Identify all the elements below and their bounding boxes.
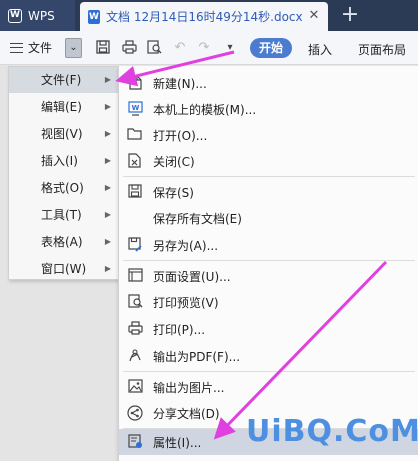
submenu-item-export-pdf[interactable]: 输出为PDF(F)... — [119, 343, 418, 369]
tab-start[interactable]: 开始 — [250, 38, 292, 58]
submenu-item-open[interactable]: 打开(O)... — [119, 122, 418, 148]
tab-insert[interactable]: 插入 — [308, 41, 332, 58]
menu-item-label: 视图(V) — [41, 127, 83, 141]
tab-document[interactable]: W 文档 12月14日16时49分14秒.docx ✕ — [80, 2, 328, 31]
export-image-icon — [127, 379, 143, 395]
save-icon[interactable] — [95, 40, 111, 56]
tab-wps-label: WPS — [28, 8, 55, 23]
submenu-item-label: 另存为(A)... — [153, 238, 219, 253]
tab-page-layout[interactable]: 页面布局 — [358, 41, 406, 58]
submenu-item-new[interactable]: 新建(N)... — [119, 70, 418, 96]
file-menu-button[interactable]: 文件 — [10, 39, 52, 56]
print-preview-icon — [127, 294, 143, 310]
submenu-item-save-all[interactable]: 保存所有文档(E) — [119, 205, 418, 231]
share-icon — [127, 405, 143, 421]
tab-document-title: 文档 12月14日16时49分14秒.docx — [106, 10, 303, 24]
folder-open-icon — [127, 127, 143, 143]
undo-icon[interactable]: ↶ — [172, 40, 188, 56]
add-tab-icon[interactable]: + — [338, 4, 362, 28]
submenu-item-label: 新建(N)... — [153, 76, 207, 91]
menu-item-label: 工具(T) — [41, 208, 82, 222]
menu-item-label: 编辑(E) — [41, 100, 82, 114]
submenu-item-close[interactable]: 关闭(C) — [119, 148, 418, 174]
menu-divider — [123, 176, 415, 177]
menu-item-label: 文件(F) — [41, 73, 82, 87]
file-menu-label: 文件 — [28, 41, 53, 55]
submenu-item-label: 输出为PDF(F)... — [153, 349, 241, 364]
chevron-right-icon: ▶ — [104, 156, 111, 165]
menu-item-label: 窗口(W) — [41, 262, 87, 276]
file-submenu: 新建(N)... W 本机上的模板(M)... 打开(O)... 关闭(C) 保… — [118, 66, 418, 461]
menu-item-window[interactable]: 窗口(W) ▶ — [9, 256, 119, 282]
wps-logo-icon: W — [8, 8, 22, 23]
submenu-item-label: 本机上的模板(M)... — [153, 102, 257, 117]
submenu-item-save-as[interactable]: 另存为(A)... — [119, 232, 418, 258]
save-as-icon — [127, 237, 143, 253]
submenu-item-label: 保存(S) — [153, 185, 194, 200]
menu-item-label: 插入(I) — [41, 154, 78, 168]
save-icon — [127, 184, 143, 200]
close-icon[interactable]: ✕ — [306, 8, 322, 24]
submenu-item-export-image[interactable]: 输出为图片... — [119, 374, 418, 400]
tab-wps-home[interactable]: W WPS — [0, 0, 75, 31]
menu-item-edit[interactable]: 编辑(E) ▶ — [9, 94, 119, 120]
chevron-right-icon: ▶ — [104, 210, 111, 219]
submenu-item-local-templates[interactable]: W 本机上的模板(M)... — [119, 96, 418, 122]
submenu-item-label: 分享文档(D) — [153, 406, 220, 421]
title-tab-bar: W WPS W 文档 12月14日16时49分14秒.docx ✕ + — [0, 0, 418, 31]
redo-icon[interactable]: ↷ — [196, 40, 212, 56]
page-setup-icon — [127, 268, 143, 284]
chevron-down-icon[interactable]: ⌄ — [65, 38, 82, 58]
submenu-item-label: 打开(O)... — [153, 128, 208, 143]
chevron-right-icon: ▶ — [104, 264, 111, 273]
menu-item-label: 表格(A) — [41, 235, 83, 249]
chevron-right-icon: ▶ — [104, 75, 111, 84]
submenu-item-print-preview[interactable]: 打印预览(V) — [119, 289, 418, 315]
chevron-right-icon: ▶ — [104, 237, 111, 246]
submenu-item-label: 关闭(C) — [153, 154, 195, 169]
chevron-right-icon: ▶ — [104, 129, 111, 138]
submenu-item-label: 打印(P)... — [153, 322, 206, 337]
word-document-icon: W — [88, 9, 100, 24]
hamburger-icon — [10, 42, 23, 53]
new-document-icon — [127, 75, 143, 91]
properties-icon — [127, 434, 143, 450]
menu-item-view[interactable]: 视图(V) ▶ — [9, 121, 119, 147]
submenu-item-label: 页面设置(U)... — [153, 269, 231, 284]
watermark: UiBQ.CoM — [246, 414, 418, 449]
more-dropdown-icon[interactable]: ▾ — [222, 40, 238, 56]
menu-item-format[interactable]: 格式(O) ▶ — [9, 175, 119, 201]
svg-text:W: W — [131, 104, 139, 112]
toolbar: 文件 ⌄ ↶ ↷ ▾ 开始 插入 页面布局 — [0, 31, 418, 65]
printer-icon — [127, 321, 143, 337]
menu-item-label: 格式(O) — [41, 181, 84, 195]
template-icon: W — [127, 101, 143, 117]
print-preview-icon[interactable] — [146, 40, 162, 56]
main-menu: 文件(F) ▶ 编辑(E) ▶ 视图(V) ▶ 插入(I) ▶ 格式(O) ▶ … — [8, 66, 120, 280]
printer-icon[interactable] — [121, 40, 137, 56]
submenu-item-page-setup[interactable]: 页面设置(U)... — [119, 263, 418, 289]
menu-item-tools[interactable]: 工具(T) ▶ — [9, 202, 119, 228]
submenu-item-label: 属性(I)... — [153, 435, 202, 450]
chevron-right-icon: ▶ — [104, 183, 111, 192]
menu-item-file[interactable]: 文件(F) ▶ — [9, 67, 119, 93]
menu-item-table[interactable]: 表格(A) ▶ — [9, 229, 119, 255]
export-pdf-icon — [127, 348, 143, 364]
submenu-item-label: 输出为图片... — [153, 380, 225, 395]
submenu-item-label: 保存所有文档(E) — [153, 211, 242, 226]
submenu-item-save[interactable]: 保存(S) — [119, 179, 418, 205]
menu-divider — [123, 260, 415, 261]
close-document-icon — [127, 153, 143, 169]
chevron-right-icon: ▶ — [104, 102, 111, 111]
submenu-item-print[interactable]: 打印(P)... — [119, 316, 418, 342]
submenu-item-label: 打印预览(V) — [153, 295, 219, 310]
menu-divider — [123, 371, 415, 372]
menu-item-insert[interactable]: 插入(I) ▶ — [9, 148, 119, 174]
